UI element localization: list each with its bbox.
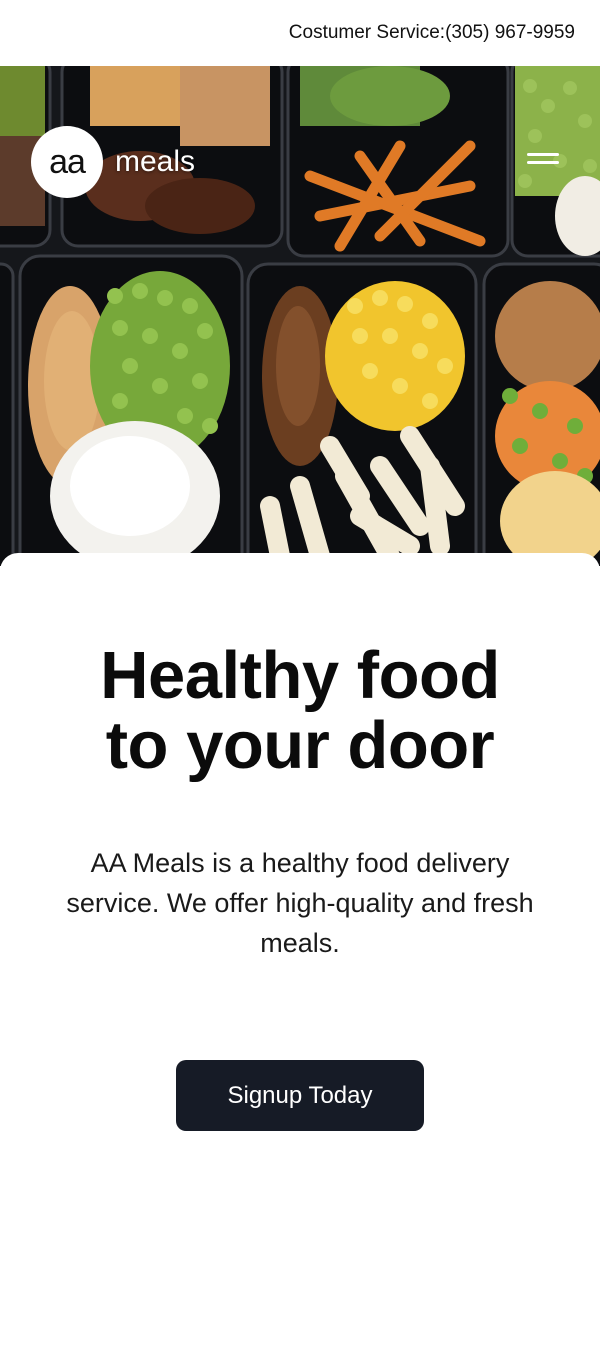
brand-name: meals [115,145,196,178]
top-bar: Costumer Service: (305) 967-9959 [0,0,600,66]
headline-line-2: to your door [105,708,495,783]
logo: aa [31,126,103,198]
menu-line [527,153,559,156]
customer-service-label: Costumer Service: [288,22,446,43]
hero-card: Healthy food to your door AA Meals is a … [0,553,600,1345]
brand[interactable]: aa meals [31,126,195,198]
headline-line-1: Healthy food [100,638,500,713]
signup-button[interactable]: Signup Today [176,1060,424,1131]
menu-line [527,161,559,164]
hamburger-menu-icon[interactable] [527,148,559,176]
page-title: Healthy food to your door [0,641,600,781]
phone-number-link[interactable]: (305) 967-9959 [445,22,575,44]
hero-description: AA Meals is a healthy food delivery serv… [66,848,534,958]
